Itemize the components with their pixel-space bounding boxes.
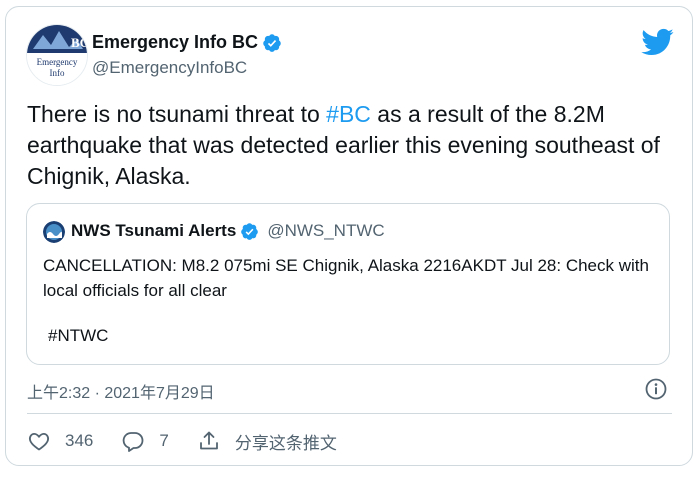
svg-text:Emergency: Emergency <box>37 57 78 67</box>
divider <box>27 413 672 414</box>
quoted-tweet[interactable]: NWS Tsunami Alerts @NWS_NTWC CANCELLATIO… <box>26 203 670 365</box>
reply-button[interactable]: 7 <box>121 429 169 453</box>
twitter-bird-icon[interactable] <box>640 25 674 59</box>
tweet-text: There is no tsunami threat to #BC as a r… <box>27 99 667 192</box>
svg-text:BC: BC <box>71 35 87 50</box>
tweet-timestamp[interactable]: 上午2:32 · 2021年7月29日 <box>27 379 215 403</box>
tweet-text-part: There is no tsunami threat to <box>27 101 327 127</box>
author-name-row[interactable]: Emergency Info BC <box>92 32 282 53</box>
author-display-name[interactable]: Emergency Info BC <box>92 32 258 53</box>
heart-icon <box>28 433 50 451</box>
like-button[interactable]: 346 <box>27 429 93 453</box>
author-handle[interactable]: @EmergencyInfoBC <box>92 58 247 78</box>
verified-badge-icon <box>241 222 259 240</box>
quoted-name-row[interactable]: NWS Tsunami Alerts @NWS_NTWC <box>71 221 385 241</box>
share-upload-icon <box>199 431 218 450</box>
verified-badge-icon <box>263 33 281 52</box>
svg-text:Info: Info <box>50 68 65 78</box>
quoted-author-avatar[interactable] <box>43 221 65 243</box>
share-button[interactable]: 分享这条推文 <box>197 429 337 454</box>
tweet-card: BC Emergency Info Emergency Info BC @Eme… <box>5 6 693 466</box>
tweet-actions: 346 7 分享这条推文 <box>27 427 365 455</box>
quoted-handle[interactable]: @NWS_NTWC <box>267 221 384 241</box>
info-icon[interactable] <box>644 377 668 401</box>
reply-count: 7 <box>159 431 169 450</box>
hashtag-link[interactable]: #BC <box>326 101 371 127</box>
quoted-display-name[interactable]: NWS Tsunami Alerts <box>71 221 236 241</box>
share-label: 分享这条推文 <box>234 433 337 453</box>
reply-bubble-icon <box>123 432 144 452</box>
quoted-text: CANCELLATION: M8.2 075mi SE Chignik, Ala… <box>43 256 649 300</box>
quoted-hashtag[interactable]: #NTWC <box>48 326 108 346</box>
like-count: 346 <box>65 431 94 450</box>
author-avatar[interactable]: BC Emergency Info <box>26 24 88 86</box>
